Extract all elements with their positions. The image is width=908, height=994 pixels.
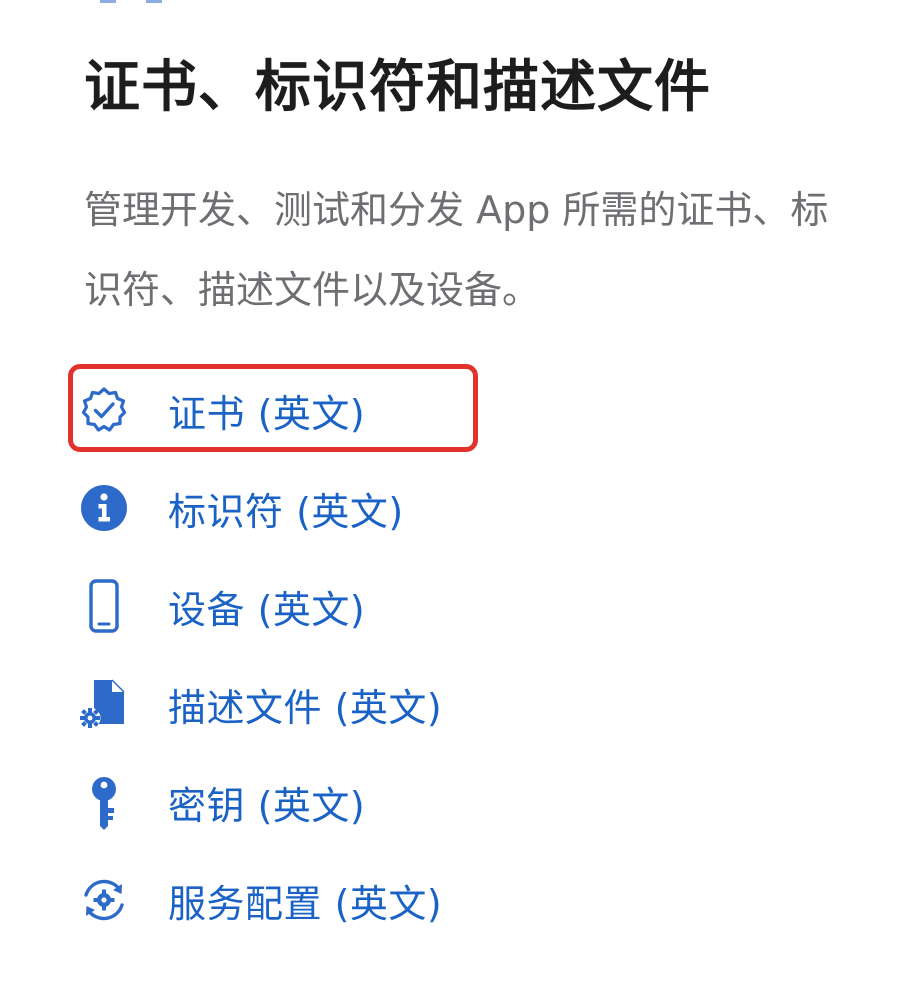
link-services[interactable]: 服务配置 (英文) [76,860,442,940]
link-identifiers[interactable]: 标识符 (英文) [76,468,404,548]
link-services-label: 服务配置 (英文) [168,881,443,926]
document-gear-icon [76,676,132,732]
certificate-badge-icon [76,382,132,438]
section-description: 管理开发、测试和分发 App 所需的证书、标 识符、描述文件以及设备。 [84,170,908,330]
info-circle-icon [76,480,132,536]
link-identifiers-label: 标识符 (英文) [168,489,404,534]
services-gear-icon [76,872,132,928]
link-profiles[interactable]: 描述文件 (英文) [76,664,442,744]
link-certificates-label: 证书 (英文) [168,391,366,436]
previous-section-edge [100,0,210,3]
link-devices[interactable]: 设备 (英文) [76,566,365,646]
description-line-2: 识符、描述文件以及设备。 [84,268,541,312]
link-certificates[interactable]: 证书 (英文) [76,370,365,450]
link-keys-label: 密钥 (英文) [168,783,366,828]
description-line-1: 管理开发、测试和分发 App 所需的证书、标 [84,188,829,232]
key-icon [76,774,132,830]
page-title: 证书、标识符和描述文件 [84,55,711,120]
link-profiles-label: 描述文件 (英文) [168,685,443,730]
link-devices-label: 设备 (英文) [168,587,366,632]
iphone-device-icon [76,578,132,634]
link-keys[interactable]: 密钥 (英文) [76,762,365,842]
